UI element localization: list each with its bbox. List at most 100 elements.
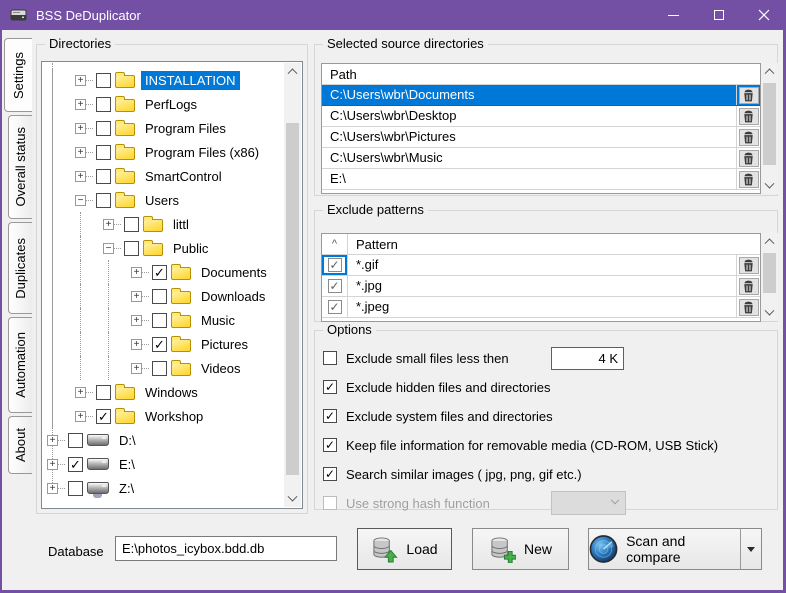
delete-row-button[interactable] <box>739 278 759 295</box>
option-checkbox[interactable] <box>323 351 337 365</box>
tree-item-label[interactable]: Workshop <box>141 407 207 426</box>
tree-checkbox[interactable] <box>68 481 83 496</box>
tree-row[interactable]: + ✓ E:\ <box>43 452 284 476</box>
load-button[interactable]: Load <box>357 528 452 570</box>
delete-row-button[interactable] <box>739 150 759 167</box>
option-checkbox[interactable] <box>323 496 337 510</box>
path-cell[interactable]: E:\ <box>322 169 736 189</box>
pattern-checkbox[interactable]: ✓ <box>328 258 342 272</box>
tree-item-label[interactable]: SmartControl <box>141 167 226 186</box>
delete-row-button[interactable] <box>739 171 759 188</box>
tree-item-label[interactable]: Z:\ <box>115 479 138 498</box>
path-cell[interactable]: C:\Users\wbr\Music <box>322 148 736 168</box>
tree-checkbox[interactable] <box>152 313 167 328</box>
tab-about[interactable]: About <box>8 416 32 474</box>
tree-expander[interactable]: + <box>47 435 58 446</box>
source-directory-row[interactable]: C:\Users\wbr\Pictures <box>322 127 760 148</box>
tree-checkbox[interactable] <box>96 193 111 208</box>
tree-row[interactable]: + Downloads <box>43 284 284 308</box>
tab-overall-status[interactable]: Overall status <box>8 115 32 219</box>
scroll-down-button[interactable] <box>284 492 301 507</box>
tree-checkbox[interactable] <box>96 73 111 88</box>
source-directory-row[interactable]: C:\Users\wbr\Desktop <box>322 106 760 127</box>
tree-checkbox[interactable] <box>96 385 111 400</box>
scan-and-compare-button[interactable]: Scan and compare <box>588 528 741 570</box>
tree-expander[interactable]: + <box>131 291 142 302</box>
scroll-up-button[interactable] <box>761 233 778 248</box>
tree-checkbox[interactable] <box>152 289 167 304</box>
scrollbar-thumb[interactable] <box>286 123 299 475</box>
minimize-button[interactable] <box>651 0 696 30</box>
tree-item-label[interactable]: Documents <box>197 263 271 282</box>
tree-item-label[interactable]: littl <box>169 215 193 234</box>
close-button[interactable] <box>741 0 786 30</box>
new-button[interactable]: New <box>472 528 569 570</box>
tree-row[interactable]: + PerfLogs <box>43 92 284 116</box>
maximize-button[interactable] <box>696 0 741 30</box>
tree-expander[interactable]: + <box>131 363 142 374</box>
tree-expander[interactable]: + <box>131 315 142 326</box>
delete-row-button[interactable] <box>739 257 759 274</box>
tree-expander[interactable]: + <box>75 75 86 86</box>
tree-row[interactable]: − Users <box>43 188 284 212</box>
scrollbar-thumb[interactable] <box>763 83 776 165</box>
option-value-input[interactable]: 4 K <box>551 347 624 370</box>
scan-dropdown-button[interactable] <box>740 528 762 570</box>
option-checkbox[interactable]: ✓ <box>323 438 337 452</box>
tree-row[interactable]: + Program Files (x86) <box>43 140 284 164</box>
tree-checkbox[interactable] <box>96 169 111 184</box>
tree-checkbox[interactable] <box>68 433 83 448</box>
tree-item-label[interactable]: Windows <box>141 383 202 402</box>
tree-row[interactable]: + littl <box>43 212 284 236</box>
pattern-cell[interactable]: *.jpeg <box>348 297 736 317</box>
tree-row[interactable]: + D:\ <box>43 428 284 452</box>
delete-row-button[interactable] <box>739 129 759 146</box>
tree-row[interactable]: + Windows <box>43 380 284 404</box>
tree-expander[interactable]: − <box>103 243 114 254</box>
tree-expander[interactable]: + <box>75 123 86 134</box>
tree-scrollbar[interactable] <box>284 63 301 507</box>
delete-row-button[interactable] <box>739 299 759 316</box>
tree-row[interactable]: + Program Files <box>43 116 284 140</box>
tree-row[interactable]: + Z:\ <box>43 476 284 500</box>
tree-row[interactable]: + SmartControl <box>43 164 284 188</box>
tree-row[interactable]: + INSTALLATION <box>43 68 284 92</box>
tree-row[interactable]: + Videos <box>43 356 284 380</box>
tree-checkbox[interactable] <box>124 217 139 232</box>
path-cell[interactable]: C:\Users\wbr\Documents <box>322 85 736 105</box>
tree-item-label[interactable]: Downloads <box>197 287 269 306</box>
tree-item-label[interactable]: PerfLogs <box>141 95 201 114</box>
pattern-checkbox[interactable]: ✓ <box>328 279 342 293</box>
tab-settings[interactable]: Settings <box>4 38 32 112</box>
pattern-cell[interactable]: *.jpg <box>348 276 736 296</box>
tree-expander[interactable]: + <box>131 339 142 350</box>
scroll-up-button[interactable] <box>284 63 301 78</box>
tree-expander[interactable]: + <box>75 99 86 110</box>
tree-expander[interactable]: + <box>103 219 114 230</box>
tree-checkbox[interactable]: ✓ <box>152 337 167 352</box>
tree-item-label[interactable]: Program Files <box>141 119 230 138</box>
tree-checkbox[interactable] <box>96 121 111 136</box>
database-path-input[interactable]: E:\photos_icybox.bdd.db <box>115 536 337 561</box>
tree-item-label[interactable]: Users <box>141 191 183 210</box>
path-cell[interactable]: C:\Users\wbr\Desktop <box>322 106 736 126</box>
tree-item-label[interactable]: D:\ <box>115 431 140 450</box>
exclude-pattern-row[interactable]: ✓ *.jpg <box>322 276 760 297</box>
tree-expander[interactable]: + <box>131 267 142 278</box>
pattern-table-scrollbar[interactable] <box>761 233 778 321</box>
tree-item-label[interactable]: Public <box>169 239 212 258</box>
tree-expander[interactable]: + <box>75 387 86 398</box>
delete-row-button[interactable] <box>739 108 759 125</box>
option-checkbox[interactable]: ✓ <box>323 467 337 481</box>
tree-row[interactable]: + ✓ Pictures <box>43 332 284 356</box>
scroll-down-button[interactable] <box>761 179 778 194</box>
pattern-cell[interactable]: *.gif <box>348 255 736 275</box>
exclude-pattern-row[interactable]: ✓ *.gif <box>322 255 760 276</box>
tree-row[interactable]: − Public <box>43 236 284 260</box>
tree-item-label[interactable]: Music <box>197 311 239 330</box>
source-directory-row[interactable]: C:\Users\wbr\Documents <box>322 85 760 106</box>
tree-item-label[interactable]: E:\ <box>115 455 139 474</box>
scrollbar-thumb[interactable] <box>763 253 776 293</box>
tree-expander[interactable]: + <box>75 411 86 422</box>
tree-checkbox[interactable] <box>124 241 139 256</box>
